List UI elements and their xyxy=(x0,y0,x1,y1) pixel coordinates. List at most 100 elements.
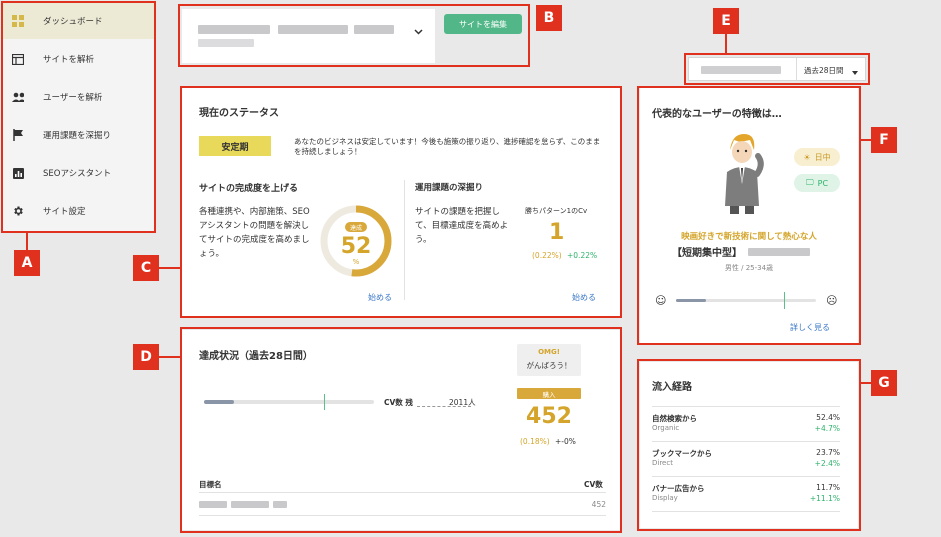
sidebar-item-issues[interactable]: 運用課題を深掘り xyxy=(2,117,155,153)
persona-title: 代表的なユーザーの特徴は… xyxy=(652,109,782,120)
cv-progress-fill xyxy=(204,400,234,404)
divider xyxy=(199,492,606,493)
site-selector[interactable] xyxy=(182,9,435,63)
divider xyxy=(652,406,840,407)
win-pattern-rate: (0.22%) xyxy=(532,251,562,260)
annotation-marker-a: A xyxy=(14,250,40,276)
site-name-blurred xyxy=(278,25,348,34)
status-message: あなたのビジネスは安定しています！今後も施策の振り返り、進捗確認を怠らず、このま… xyxy=(294,137,601,156)
device-tag: 🖵 PC xyxy=(794,174,840,192)
traffic-source-name: バナー広告から xyxy=(652,484,705,493)
date-range-selector[interactable]: 過去28日間 xyxy=(688,57,866,81)
status-title: 現在のステータス xyxy=(199,108,279,119)
users-icon xyxy=(12,91,24,103)
persona-details-link[interactable]: 詳しく見る xyxy=(790,322,830,333)
sidebar-item-label: サイト設定 xyxy=(43,207,86,217)
gauge-unit: % xyxy=(352,258,360,266)
traffic-source-sub: Organic xyxy=(652,424,680,432)
win-pattern-change: +0.22% xyxy=(567,251,598,260)
annotation-marker-c: C xyxy=(133,255,159,281)
annotation-marker-b: B xyxy=(536,5,562,31)
progress-card: 達成状況（過去28日間） OMG! がんばろう！ CV数 残 2011人 購入 … xyxy=(182,330,620,530)
goal-name-header: 目標名 xyxy=(199,480,222,489)
completion-start-link[interactable]: 始める xyxy=(368,292,392,303)
annotation-connector xyxy=(861,382,871,384)
annotation-marker-f: F xyxy=(871,127,897,153)
cv-target-marker xyxy=(324,394,325,410)
gear-icon xyxy=(12,205,24,217)
traffic-source-card: 流入経路 自然検索から Organic 52.4% +4.7% ブックマークから… xyxy=(640,362,858,528)
persona-demographic: 男性 / 25-34歳 xyxy=(724,264,774,272)
sad-face-icon: ☹ xyxy=(826,294,838,307)
sentiment-marker xyxy=(784,292,785,309)
status-badge: 安定期 xyxy=(199,136,271,156)
traffic-source-name: ブックマークから xyxy=(652,449,712,458)
traffic-row-display[interactable]: バナー広告から Display 11.7% +11.1% xyxy=(652,483,840,507)
progress-title: 達成状況（過去28日間） xyxy=(199,351,313,362)
goal-name-blurred xyxy=(273,501,287,508)
win-pattern-label: 勝ちパターン1のCv xyxy=(525,207,588,215)
sidebar-item-seo[interactable]: SEOアシスタント xyxy=(2,155,155,191)
user-persona-card: 代表的なユーザーの特徴は… ☀ 日中 🖵 PC 映画好きで新技術に関して熱心な人… xyxy=(640,88,858,343)
cv-remaining-value: 2011人 xyxy=(449,398,476,407)
traffic-title: 流入経路 xyxy=(652,382,692,393)
monitor-icon: 🖵 xyxy=(805,178,814,187)
traffic-source-pct: 52.4% xyxy=(816,413,840,422)
sidebar-item-label: 運用課題を深掘り xyxy=(43,131,112,141)
happy-face-icon: ☺ xyxy=(655,294,667,307)
bubble-top-text: OMG! xyxy=(538,348,560,356)
issues-heading: 運用課題の深掘り xyxy=(415,183,484,193)
persona-name-blurred xyxy=(748,247,810,256)
sidebar-item-label: ユーザーを解析 xyxy=(43,93,103,103)
traffic-source-pct: 11.7% xyxy=(816,483,840,492)
traffic-source-change: +4.7% xyxy=(814,424,840,433)
traffic-row-direct[interactable]: ブックマークから Direct 23.7% +2.4% xyxy=(652,448,840,472)
annotation-connector xyxy=(861,139,871,141)
purchase-value: 452 xyxy=(526,404,572,429)
divider xyxy=(652,441,840,442)
persona-type: 【短期集中型】 xyxy=(672,248,742,259)
completion-desc: 各種連携や、内部施策、SEOアシスタントの問題を解決してサイトの完成度を高めまし… xyxy=(199,207,310,259)
issues-start-link[interactable]: 始める xyxy=(572,292,596,303)
divider xyxy=(796,58,797,80)
dashboard-icon xyxy=(12,15,24,27)
edit-site-button[interactable]: サイトを編集 xyxy=(444,14,522,34)
gauge-label: 達成 xyxy=(345,222,367,232)
sidebar-item-settings[interactable]: サイト設定 xyxy=(2,193,155,229)
annotation-connector xyxy=(159,267,180,269)
chevron-down-icon[interactable] xyxy=(414,28,423,38)
time-of-day-label: 日中 xyxy=(814,152,831,162)
win-pattern-value: 1 xyxy=(549,220,565,245)
traffic-source-sub: Direct xyxy=(652,459,673,467)
bubble-bottom-text: がんばろう！ xyxy=(526,361,572,370)
site-name-blurred xyxy=(354,25,394,34)
traffic-source-name: 自然検索から xyxy=(652,414,697,423)
date-range-value: 過去28日間 xyxy=(804,66,844,75)
issues-desc: サイトの課題を把握して、目標達成度を高めよう。 xyxy=(415,207,509,245)
gauge-value: 52 xyxy=(340,234,372,259)
sidebar-item-dashboard[interactable]: ダッシュボード xyxy=(2,3,155,39)
annotation-marker-e: E xyxy=(713,8,739,34)
traffic-row-organic[interactable]: 自然検索から Organic 52.4% +4.7% xyxy=(652,413,840,437)
purchase-change: +-0% xyxy=(555,437,576,446)
sidebar-item-site-analysis[interactable]: サイトを解析 xyxy=(2,41,155,77)
persona-interest: 映画好きで新技術に関して熱心な人 xyxy=(681,232,817,242)
caret-down-icon xyxy=(852,68,858,78)
goal-name-blurred xyxy=(199,501,227,508)
divider xyxy=(199,515,606,516)
sidebar: ダッシュボード サイトを解析 ユーザーを解析 運用課題を深掘り SEOアシスタン… xyxy=(2,2,155,232)
row-cv-value: 452 xyxy=(591,500,606,509)
table-row[interactable]: 452 xyxy=(199,497,606,515)
sun-icon: ☀ xyxy=(803,152,811,162)
cv-count-header: CV数 xyxy=(584,480,603,489)
site-name-blurred xyxy=(198,25,270,34)
cv-remaining-label: CV数 残 xyxy=(384,398,413,407)
property-blurred xyxy=(701,66,781,74)
persona-type-row: 【短期集中型】 xyxy=(672,244,810,259)
flag-icon xyxy=(12,129,24,141)
bar-chart-icon xyxy=(12,167,24,179)
sidebar-item-user-analysis[interactable]: ユーザーを解析 xyxy=(2,79,155,115)
completion-heading: サイトの完成度を上げる xyxy=(199,184,299,194)
annotation-connector xyxy=(159,356,180,358)
sidebar-item-label: サイトを解析 xyxy=(43,55,95,65)
